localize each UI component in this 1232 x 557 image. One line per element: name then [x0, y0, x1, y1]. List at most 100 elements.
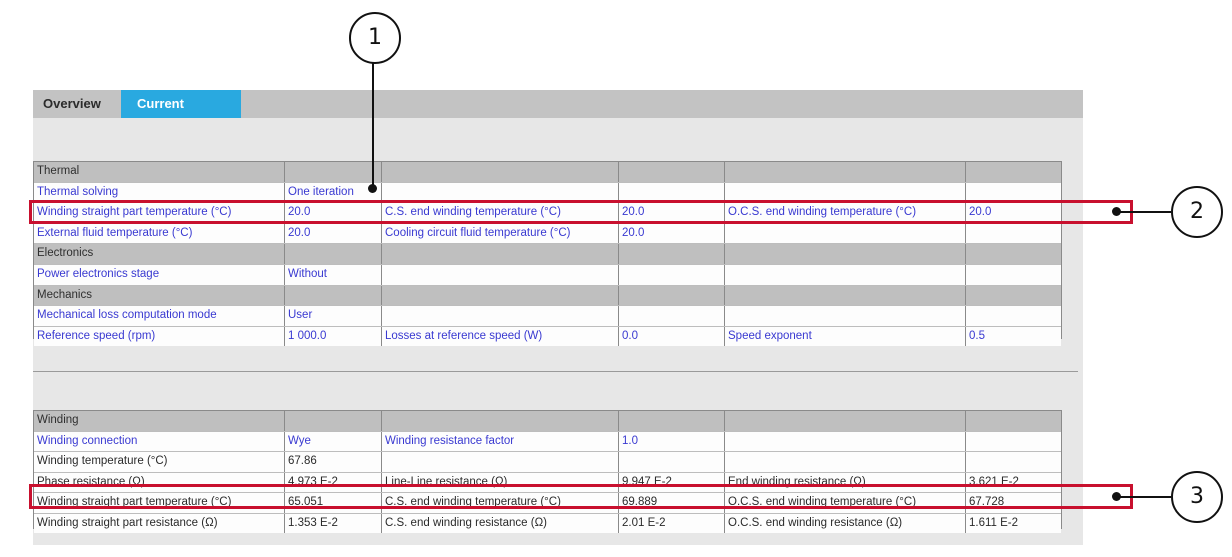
param-label-cell: End winding resistance (Ω) — [724, 473, 965, 493]
param-label-cell: Mechanical loss computation mode — [34, 306, 284, 326]
param-value-cell[interactable]: 0.5 — [965, 327, 1063, 347]
param-value-cell[interactable]: 0.0 — [618, 327, 724, 347]
param-label-cell — [381, 286, 618, 306]
param-label-cell: Winding temperature (°C) — [34, 452, 284, 472]
param-value-cell[interactable]: 20.0 — [284, 203, 381, 223]
param-label-cell: Winding connection — [34, 432, 284, 452]
param-value-cell — [965, 432, 1063, 452]
table-group-row: Electronics — [34, 243, 1061, 264]
param-value-cell[interactable]: 20.0 — [284, 224, 381, 244]
param-value-cell — [965, 183, 1063, 203]
param-label-cell — [381, 306, 618, 326]
callout-2-circle: 2 — [1171, 186, 1223, 238]
table-row: Phase resistance (Ω)4.973 E-2Line-Line r… — [34, 472, 1061, 493]
param-value-cell: 3.621 E-2 — [965, 473, 1063, 493]
param-label-cell: Reference speed (rpm) — [34, 327, 284, 347]
param-value-cell[interactable]: 20.0 — [965, 203, 1063, 223]
param-label-cell — [381, 162, 618, 182]
param-label-cell: Thermal — [34, 162, 284, 182]
callout-1-dot — [368, 184, 377, 193]
table-row: Winding straight part resistance (Ω)1.35… — [34, 513, 1061, 534]
param-label-cell: Winding straight part temperature (°C) — [34, 203, 284, 223]
table-row: Power electronics stageWithout — [34, 264, 1061, 285]
table-group-row: Mechanics — [34, 285, 1061, 306]
param-label-cell — [381, 183, 618, 203]
tab-current[interactable]: Current — [121, 90, 241, 118]
callout-1-line — [372, 63, 374, 188]
param-value-cell[interactable]: One iteration — [284, 183, 381, 203]
tab-overview[interactable]: Overview — [33, 90, 121, 118]
param-label-cell: Winding — [34, 411, 284, 431]
param-label-cell: Losses at reference speed (W) — [381, 327, 618, 347]
param-label-cell: Cooling circuit fluid temperature (°C) — [381, 224, 618, 244]
section-divider — [33, 371, 1078, 372]
table-row: Winding temperature (°C)67.86 — [34, 451, 1061, 472]
param-label-cell — [724, 224, 965, 244]
table-row: Thermal solvingOne iteration — [34, 182, 1061, 203]
param-label-cell — [724, 183, 965, 203]
param-value-cell[interactable]: 20.0 — [618, 203, 724, 223]
table-row: Reference speed (rpm)1 000.0Losses at re… — [34, 326, 1061, 347]
callout-3-circle: 3 — [1171, 471, 1223, 523]
param-label-cell: C.S. end winding resistance (Ω) — [381, 514, 618, 534]
param-label-cell: Power electronics stage — [34, 265, 284, 285]
param-label-cell: O.C.S. end winding resistance (Ω) — [724, 514, 965, 534]
param-value-cell — [618, 411, 724, 431]
param-label-cell — [724, 265, 965, 285]
param-value-cell — [965, 224, 1063, 244]
table-group-row: Winding — [34, 411, 1061, 431]
param-label-cell — [724, 244, 965, 264]
callout-2-dot — [1112, 207, 1121, 216]
param-value-cell — [618, 452, 724, 472]
param-value-cell — [965, 162, 1063, 182]
table-row: External fluid temperature (°C)20.0Cooli… — [34, 223, 1061, 244]
param-value-cell[interactable]: Wye — [284, 432, 381, 452]
param-label-cell — [724, 432, 965, 452]
param-value-cell: 2.01 E-2 — [618, 514, 724, 534]
param-label-cell: Winding straight part temperature (°C) — [34, 493, 284, 513]
param-label-cell: Line-Line resistance (Ω) — [381, 473, 618, 493]
param-value-cell: 4.973 E-2 — [284, 473, 381, 493]
param-label-cell: C.S. end winding temperature (°C) — [381, 203, 618, 223]
table-row: Winding connectionWyeWinding resistance … — [34, 431, 1061, 452]
param-value-cell — [965, 452, 1063, 472]
param-value-cell: 9.947 E-2 — [618, 473, 724, 493]
table-row: Winding straight part temperature (°C)20… — [34, 202, 1061, 223]
param-value-cell — [618, 265, 724, 285]
callout-3-dot — [1112, 492, 1121, 501]
param-value-cell — [618, 286, 724, 306]
param-label-cell: C.S. end winding temperature (°C) — [381, 493, 618, 513]
param-label-cell — [381, 244, 618, 264]
screenshot-root: Overview Current Settings Winding charac… — [0, 0, 1232, 557]
param-value-cell[interactable]: 20.0 — [618, 224, 724, 244]
param-label-cell: Electronics — [34, 244, 284, 264]
param-label-cell: External fluid temperature (°C) — [34, 224, 284, 244]
param-value-cell — [965, 265, 1063, 285]
param-value-cell — [284, 162, 381, 182]
param-value-cell: 1.353 E-2 — [284, 514, 381, 534]
param-value-cell — [618, 183, 724, 203]
param-value-cell[interactable]: 1.0 — [618, 432, 724, 452]
param-value-cell[interactable]: Without — [284, 265, 381, 285]
callout-3-line — [1118, 496, 1171, 498]
param-value-cell — [965, 306, 1063, 326]
param-label-cell: O.C.S. end winding temperature (°C) — [724, 203, 965, 223]
param-label-cell — [724, 162, 965, 182]
param-value-cell: 65.051 — [284, 493, 381, 513]
param-label-cell: Speed exponent — [724, 327, 965, 347]
param-value-cell: 69.889 — [618, 493, 724, 513]
param-value-cell — [284, 244, 381, 264]
param-label-cell: Mechanics — [34, 286, 284, 306]
param-value-cell: 67.728 — [965, 493, 1063, 513]
param-label-cell — [724, 306, 965, 326]
param-value-cell — [618, 162, 724, 182]
param-label-cell: Winding resistance factor — [381, 432, 618, 452]
param-label-cell: Phase resistance (Ω) — [34, 473, 284, 493]
table-row: Winding straight part temperature (°C)65… — [34, 492, 1061, 513]
param-value-cell[interactable]: User — [284, 306, 381, 326]
param-label-cell — [381, 265, 618, 285]
param-value-cell[interactable]: 1 000.0 — [284, 327, 381, 347]
param-value-cell — [618, 306, 724, 326]
param-value-cell — [965, 244, 1063, 264]
param-label-cell — [381, 452, 618, 472]
